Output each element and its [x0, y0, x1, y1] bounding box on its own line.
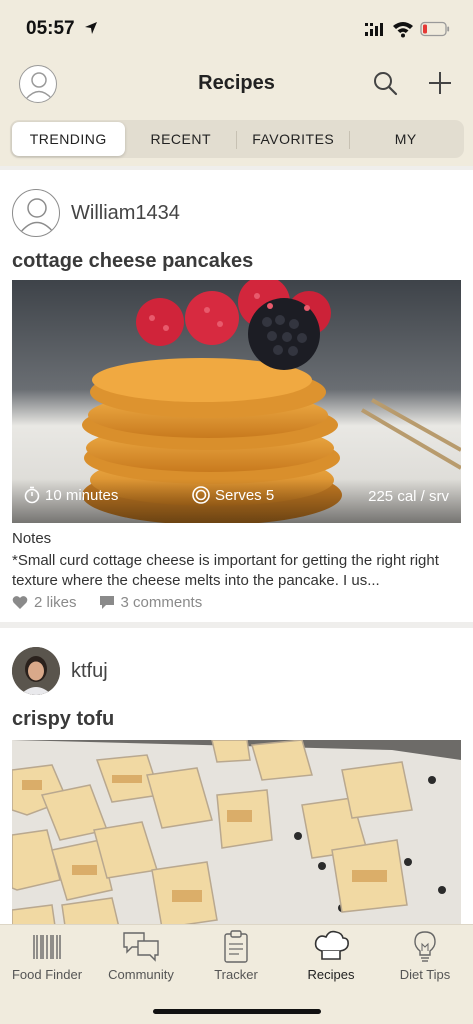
segmented-tabs: TRENDING RECENT FAVORITES MY	[10, 120, 464, 158]
recipe-card[interactable]: ktfuj crispy tofu	[0, 628, 473, 924]
tab-favorites[interactable]: FAVORITES	[237, 122, 350, 156]
user-placeholder-icon	[19, 198, 55, 234]
author-photo	[12, 647, 60, 695]
recipe-title[interactable]: cottage cheese pancakes	[12, 250, 253, 273]
post-author[interactable]: William1434	[12, 188, 180, 238]
notes-label: Notes	[12, 530, 52, 547]
wifi-icon	[393, 22, 413, 38]
recipe-photo[interactable]	[12, 740, 461, 924]
recipe-photo[interactable]: 10 minutes Serves 5 225 cal / srv	[12, 280, 461, 523]
chat-bubbles-icon	[123, 932, 159, 962]
tab-trending[interactable]: TRENDING	[12, 122, 125, 156]
tofu-image	[12, 740, 461, 924]
app-header: Recipes	[0, 58, 473, 114]
lightbulb-icon	[414, 931, 436, 962]
search-icon[interactable]	[372, 70, 398, 96]
nav-community[interactable]: Community	[94, 929, 188, 985]
plate-icon	[192, 486, 210, 504]
author-name[interactable]: ktfuj	[71, 660, 108, 683]
clipboard-icon	[224, 930, 248, 963]
nav-tracker[interactable]: Tracker	[189, 929, 283, 985]
servings: Serves 5	[192, 486, 274, 504]
calories: 225 cal / srv	[368, 488, 449, 505]
author-avatar[interactable]	[12, 647, 60, 695]
comments-button[interactable]: 3 comments	[99, 594, 202, 611]
social-row: 2 likes 3 comments	[12, 594, 224, 611]
add-recipe-icon[interactable]	[427, 70, 453, 96]
post-author[interactable]: ktfuj	[12, 646, 108, 696]
nav-food-finder[interactable]: Food Finder	[0, 929, 94, 985]
signal-icon	[365, 23, 383, 36]
like-button[interactable]: 2 likes	[12, 594, 77, 611]
heart-icon	[12, 596, 28, 609]
recipe-card[interactable]: William1434 cottage cheese pancakes 10 m…	[0, 170, 473, 622]
author-name[interactable]: William1434	[71, 202, 180, 225]
status-time: 05:57	[26, 18, 75, 39]
status-bar: 05:57	[0, 0, 473, 58]
recipe-feed[interactable]: William1434 cottage cheese pancakes 10 m…	[0, 166, 473, 924]
tab-my[interactable]: MY	[350, 122, 463, 156]
location-arrow-icon	[85, 22, 97, 34]
nav-diet-tips[interactable]: Diet Tips	[378, 929, 472, 985]
tab-bar-container: TRENDING RECENT FAVORITES MY	[0, 114, 473, 166]
page-title: Recipes	[198, 72, 275, 94]
notes-text[interactable]: *Small curd cottage cheese is important …	[12, 551, 462, 591]
home-indicator[interactable]	[153, 1009, 321, 1014]
comment-icon	[99, 596, 114, 609]
chef-hat-icon	[314, 930, 349, 960]
recipe-title[interactable]: crispy tofu	[12, 708, 114, 731]
barcode-icon	[33, 935, 61, 959]
author-avatar[interactable]	[12, 189, 60, 237]
battery-icon	[420, 21, 450, 37]
prep-time: 10 minutes	[24, 486, 118, 504]
nav-recipes[interactable]: Recipes	[284, 929, 378, 985]
tab-recent[interactable]: RECENT	[125, 122, 237, 156]
stopwatch-icon	[24, 486, 40, 504]
